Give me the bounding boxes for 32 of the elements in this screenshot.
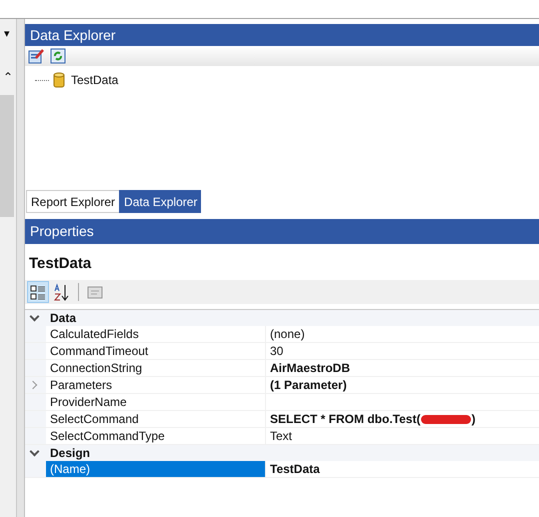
refresh-icon[interactable] [50,48,66,64]
property-value: Text [270,428,292,444]
property-value: (1 Parameter) [270,377,347,393]
category-label: Data [49,310,76,326]
tree-item[interactable]: TestData [69,73,118,87]
property-name[interactable]: CalculatedFields [46,326,266,342]
property-name[interactable]: Parameters [46,377,266,393]
property-value: TestData [270,461,320,477]
scrollbar-thumb[interactable] [0,95,14,217]
redaction-mark [421,414,472,424]
panel-title: Properties [30,222,94,241]
property-name[interactable]: SelectCommand [46,411,266,427]
property-name[interactable]: SelectCommandType [46,428,266,444]
tab[interactable]: Report Explorer [26,190,120,213]
property-value: SELECT * FROM dbo.Test( [270,411,420,427]
edit-icon[interactable] [28,48,44,64]
tab[interactable]: Data Explorer [119,190,202,213]
scroll-up-icon[interactable]: ⌃ [0,67,13,85]
property-name[interactable]: CommandTimeout [46,343,266,359]
database-icon [53,72,65,88]
property-value: ) [471,411,476,427]
property-value: AirMaestroDB [270,360,350,376]
property-value: (none) [270,326,305,342]
property-name[interactable]: ProviderName [46,394,266,410]
property-name[interactable]: ConnectionString [46,360,266,376]
panel-title: Data Explorer [30,26,116,45]
property-name[interactable]: (Name) [46,461,266,477]
property-value: 30 [270,343,284,359]
categorized-icon[interactable] [27,281,49,303]
object-name: TestData [28,254,92,274]
category-label: Design [49,445,90,461]
dropdown-icon[interactable]: ▾ [0,19,17,43]
